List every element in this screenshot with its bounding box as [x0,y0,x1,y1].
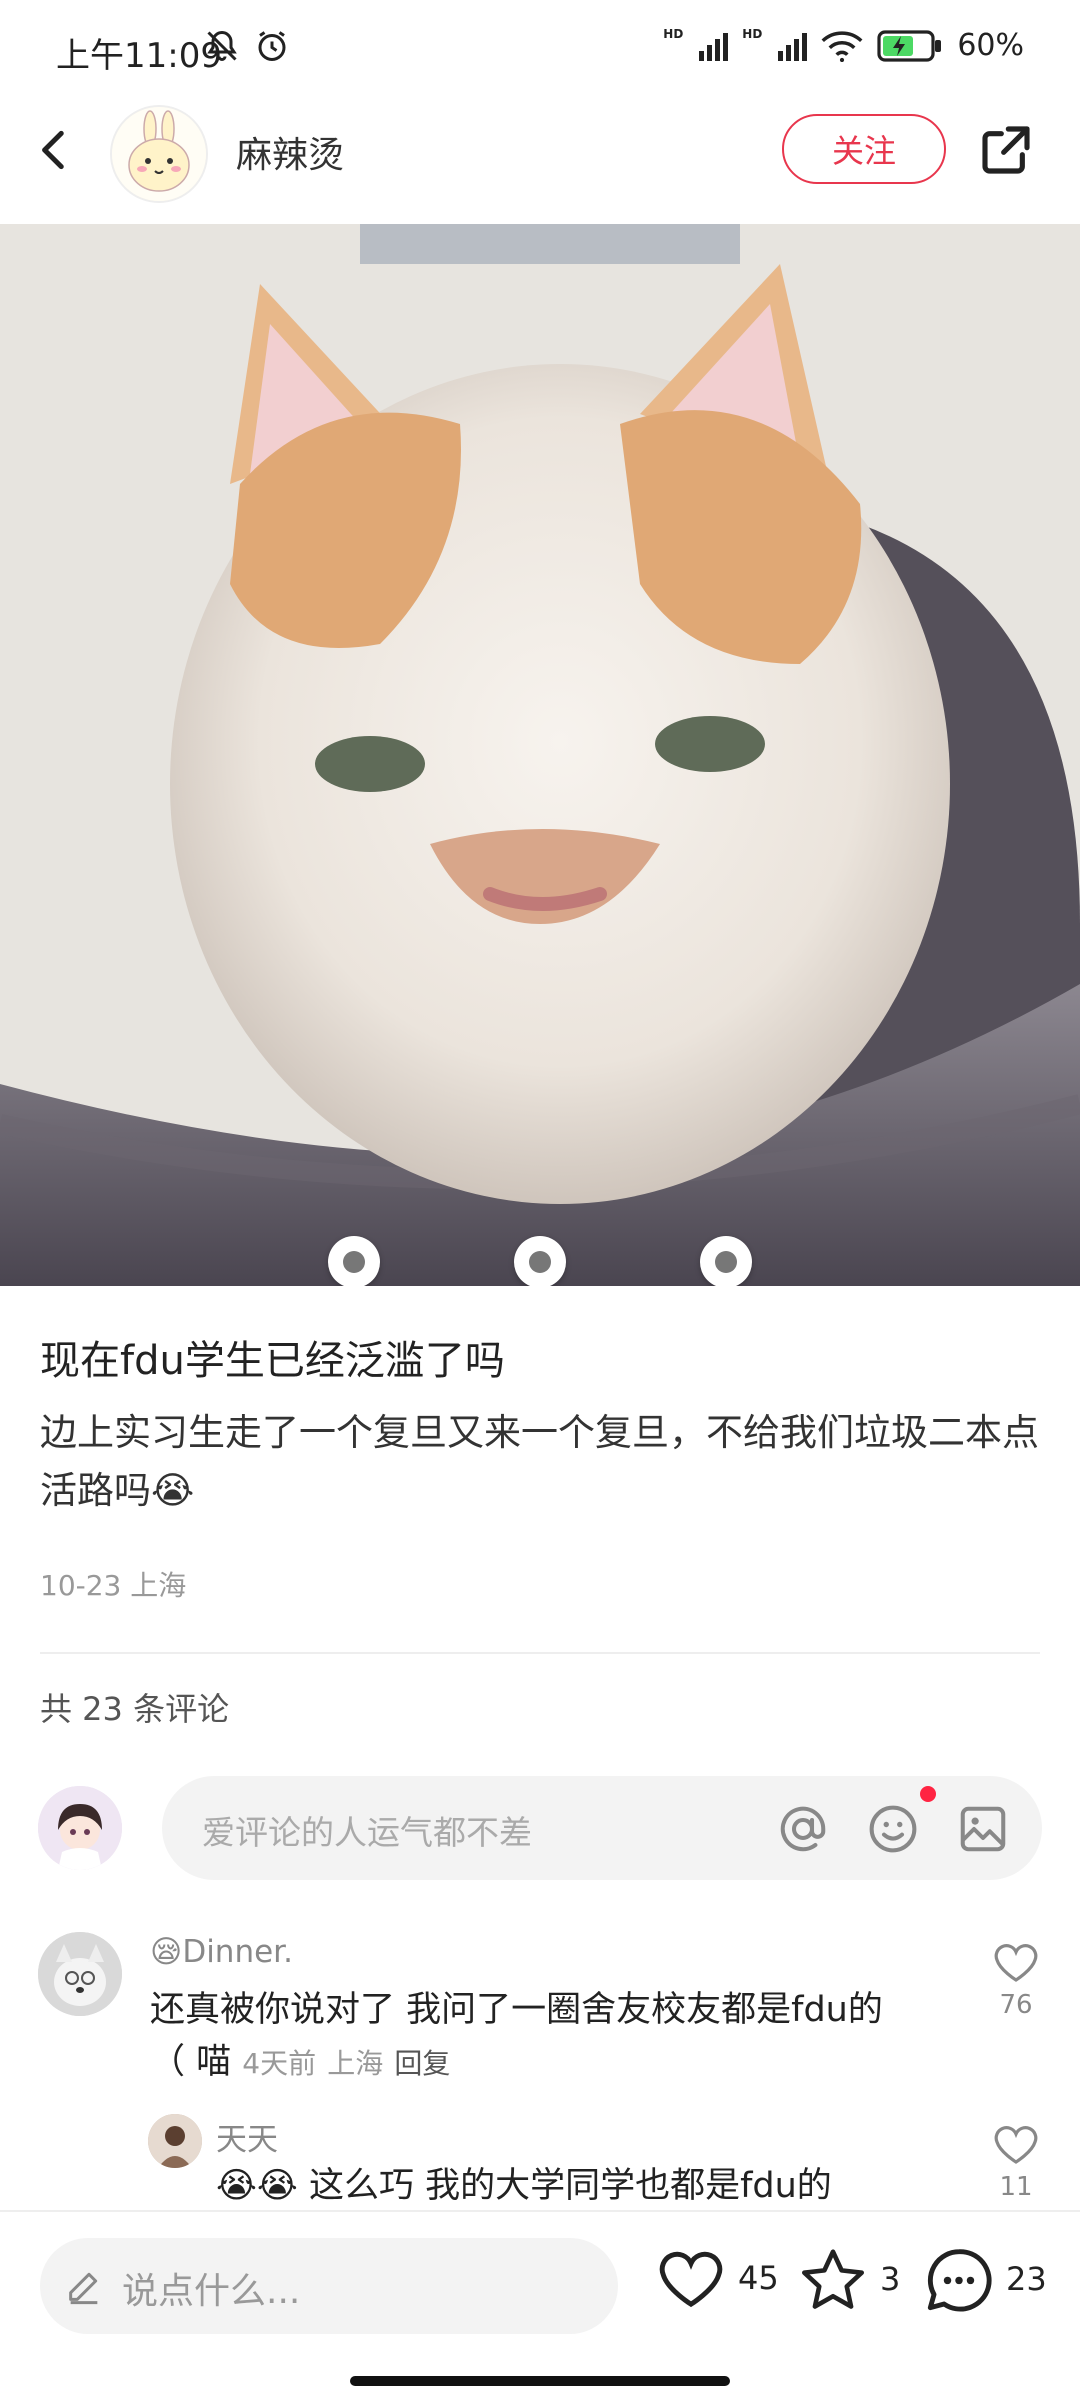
crying-emoji-icon: 😭😭 [216,2166,298,2206]
battery-percent: 60% [957,28,1024,63]
comment-text-line2: （ 喵 [150,2042,232,2082]
alarm-icon [258,31,286,61]
reply-text[interactable]: 😭😭 这么巧 我的大学同学也都是fdu的 [216,2160,956,2212]
crying-emoji-icon: 😭 [151,1469,195,1512]
status-bar: 上午11:09 HD HD 60% [0,0,1080,100]
commenter-avatar[interactable] [38,1932,122,2016]
comment-count: 共 23 条评论 [40,1690,230,1728]
my-avatar [38,1786,122,1870]
image-tag-dot[interactable] [328,1236,380,1286]
comment-text[interactable]: 还真被你说对了 我问了一圈舍友校友都是fdu的 （ 喵 4天前 上海 回复 [150,1984,950,2090]
reply-like-count: 11 [999,2172,1033,2202]
reply-text-body: 这么巧 我的大学同学也都是fdu的 [308,2166,832,2206]
say-something-placeholder: 说点什么... [122,2271,301,2312]
comment-input-placeholder: 爱评论的人运气都不差 [202,1813,532,1852]
wifi-icon [821,30,863,62]
bottom-action-bar: 说点什么... 45 3 23 [0,2210,1080,2402]
comment-bubble-icon [927,2249,992,2312]
comment-time: 4天前 [242,2047,317,2080]
signal-icon [699,31,729,61]
post-image[interactable] [0,224,1080,1286]
comment-location: 上海 [327,2047,384,2080]
photo-avatar-icon [148,2114,202,2168]
mention-icon[interactable] [776,1802,830,1856]
emoji-icon[interactable] [866,1802,920,1856]
like-button[interactable]: 45 [656,2246,779,2310]
hd-label-2: HD [742,26,763,41]
status-icons-left [204,28,290,64]
notification-dot [920,1786,936,1802]
heart-icon [994,2126,1038,2164]
signal-icon-2 [778,31,808,61]
post-date-location: 10-23 上海 [40,1569,187,1602]
status-right: HD HD 60% [663,26,1024,64]
reply-avatar[interactable] [148,2114,202,2168]
home-indicator[interactable] [350,2376,730,2386]
reply-button[interactable]: 回复 [394,2047,450,2080]
comment-button[interactable]: 23 [924,2246,1047,2312]
comment-text-line1: 还真被你说对了 我问了一圈舍友校友都是fdu的 [150,1990,883,2030]
bunny-avatar-icon [112,107,206,201]
reply-commenter-name[interactable]: 天天 [216,2114,278,2159]
anime-avatar-icon [38,1786,122,1870]
back-icon[interactable] [30,125,80,175]
pencil-icon [69,2272,98,2305]
bell-muted-icon [207,30,237,61]
carousel-dots [0,1236,1080,1286]
image-tag-dot[interactable] [700,1236,752,1286]
follow-button[interactable]: 关注 [782,114,946,184]
image-tag-dot[interactable] [514,1236,566,1286]
comment-like-button[interactable]: 76 [986,1940,1046,2020]
heart-icon [659,2251,723,2308]
reply-like-button[interactable]: 11 [986,2122,1046,2202]
post-body: 边上实习生走了一个复旦又来一个复旦，不给我们垃圾二本点活路吗😭 [40,1404,1040,1520]
comment-like-count: 76 [999,1990,1033,2020]
commenter-name[interactable]: 😪Dinner. [150,1934,293,1970]
author-name[interactable]: 麻辣烫 [236,126,344,178]
commenter-name-text: Dinner. [182,1934,293,1970]
post-title: 现在fdu学生已经泛滥了吗 [40,1338,505,1384]
collect-button[interactable]: 3 [798,2246,900,2312]
battery-icon [877,29,942,62]
comment-count-bottom: 23 [1006,2260,1047,2298]
image-icon[interactable] [956,1802,1010,1856]
comment-input[interactable]: 爱评论的人运气都不差 [162,1776,1042,1880]
hd-label-1: HD [663,26,684,41]
post-header: 麻辣烫 关注 [0,100,1080,224]
comment-text-line2-row: （ 喵 4天前 上海 回复 [150,2036,950,2090]
like-count: 45 [738,2259,779,2297]
divider [40,1652,1040,1654]
star-icon [802,2249,864,2309]
cat-photo [0,224,1080,1286]
heart-icon [994,1944,1038,1982]
sleepy-emoji-icon: 😪 [150,1934,183,1970]
say-something-input[interactable]: 说点什么... [40,2238,618,2334]
collect-count: 3 [880,2260,901,2298]
share-icon[interactable] [978,122,1034,178]
author-avatar[interactable] [110,105,208,203]
dog-avatar-icon [38,1932,122,2016]
status-time: 上午11:09 [56,36,222,76]
